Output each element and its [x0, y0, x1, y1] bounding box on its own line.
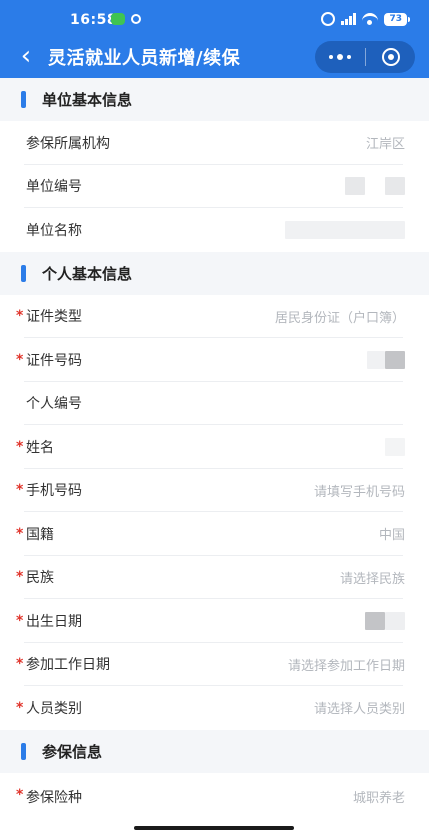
field-unit-code: 单位编号: [0, 165, 429, 209]
field-label: 民族: [26, 570, 54, 587]
section-title: 参保信息: [42, 742, 103, 761]
section-personal-info: 个人基本信息: [0, 251, 429, 295]
alarm-icon: [321, 12, 336, 26]
field-person-category[interactable]: * 人员类别 请选择人员类别: [0, 686, 429, 730]
required-mark: *: [16, 699, 24, 716]
field-label: 个人编号: [26, 396, 82, 413]
section-marker: [21, 91, 26, 108]
field-label: 国籍: [26, 526, 54, 543]
field-ethnicity[interactable]: * 民族 请选择民族: [0, 556, 429, 600]
field-label: 证件号码: [26, 352, 82, 369]
wifi-icon: [362, 13, 379, 25]
field-birth-date[interactable]: * 出生日期: [0, 599, 429, 643]
field-label: 单位名称: [26, 222, 82, 239]
message-notification-icon: [131, 14, 141, 24]
required-mark: *: [16, 569, 24, 586]
required-mark: *: [16, 482, 24, 499]
redacted-value: [285, 220, 405, 239]
field-label: 参加工作日期: [26, 657, 110, 674]
app-header: 16:58 73 ‹ 灵活就业人员新增/续保: [0, 0, 429, 78]
more-menu-button[interactable]: [315, 41, 365, 73]
id-type-value[interactable]: 居民身份证（户口簿）: [275, 307, 405, 326]
field-label: 出生日期: [26, 613, 82, 630]
field-name[interactable]: * 姓名: [0, 425, 429, 469]
insurance-type-value[interactable]: 城职养老: [353, 787, 405, 806]
wechat-notification-icon: [111, 13, 125, 25]
section-unit-info: 单位基本信息: [0, 78, 429, 121]
signal-icon: [341, 13, 357, 25]
home-indicator: [134, 826, 294, 830]
back-icon[interactable]: ‹: [14, 43, 38, 69]
section-title: 单位基本信息: [42, 91, 133, 109]
redacted-value: [344, 177, 405, 196]
field-label: 手机号码: [26, 483, 82, 500]
phone-input[interactable]: 请填写手机号码: [314, 481, 405, 500]
redacted-value[interactable]: [367, 350, 405, 369]
field-work-start-date[interactable]: * 参加工作日期 请选择参加工作日期: [0, 643, 429, 687]
section-insurance-info: 参保信息: [0, 729, 429, 773]
field-label: 人员类别: [26, 700, 82, 717]
person-category-select[interactable]: 请选择人员类别: [314, 698, 405, 717]
field-nationality[interactable]: * 国籍 中国: [0, 512, 429, 556]
status-icons: 73: [321, 10, 410, 28]
work-start-date-picker[interactable]: 请选择参加工作日期: [288, 655, 405, 674]
redacted-value[interactable]: [365, 611, 405, 630]
ethnicity-select[interactable]: 请选择民族: [340, 568, 405, 587]
required-mark: *: [16, 438, 24, 455]
battery-icon: 73: [384, 12, 410, 26]
required-mark: *: [16, 656, 24, 673]
section-title: 个人基本信息: [42, 264, 133, 283]
field-insurance-type[interactable]: * 参保险种 城职养老: [0, 773, 429, 817]
nav-bar: ‹ 灵活就业人员新增/续保: [0, 38, 429, 76]
form-content: 单位基本信息 参保所属机构 江岸区 单位编号 单位名称 个人基本信息 * 证件类…: [0, 78, 429, 840]
target-icon: [381, 48, 400, 66]
field-id-type[interactable]: * 证件类型 居民身份证（户口簿）: [0, 295, 429, 339]
field-label: 姓名: [26, 439, 54, 456]
institution-value[interactable]: 江岸区: [366, 133, 405, 152]
field-label: 参保所属机构: [26, 135, 110, 152]
field-phone[interactable]: * 手机号码 请填写手机号码: [0, 469, 429, 513]
field-label: 证件类型: [26, 309, 82, 326]
status-bar: 16:58 73: [0, 0, 429, 38]
page-title: 灵活就业人员新增/续保: [48, 48, 241, 69]
nationality-value[interactable]: 中国: [379, 524, 405, 543]
field-label: 参保险种: [26, 789, 82, 806]
field-unit-name: 单位名称: [0, 208, 429, 252]
required-mark: *: [16, 786, 24, 803]
field-personal-no: 个人编号: [0, 382, 429, 426]
required-mark: *: [16, 351, 24, 368]
required-mark: *: [16, 525, 24, 542]
field-institution[interactable]: 参保所属机构 江岸区: [0, 121, 429, 165]
mini-program-capsule: [315, 41, 415, 73]
required-mark: *: [16, 612, 24, 629]
redacted-value[interactable]: [385, 437, 405, 456]
required-mark: *: [16, 308, 24, 325]
section-marker: [21, 742, 26, 760]
close-mini-program-button[interactable]: [366, 41, 415, 73]
section-marker: [21, 264, 26, 282]
field-id-number[interactable]: * 证件号码: [0, 338, 429, 382]
field-label: 单位编号: [26, 179, 82, 196]
